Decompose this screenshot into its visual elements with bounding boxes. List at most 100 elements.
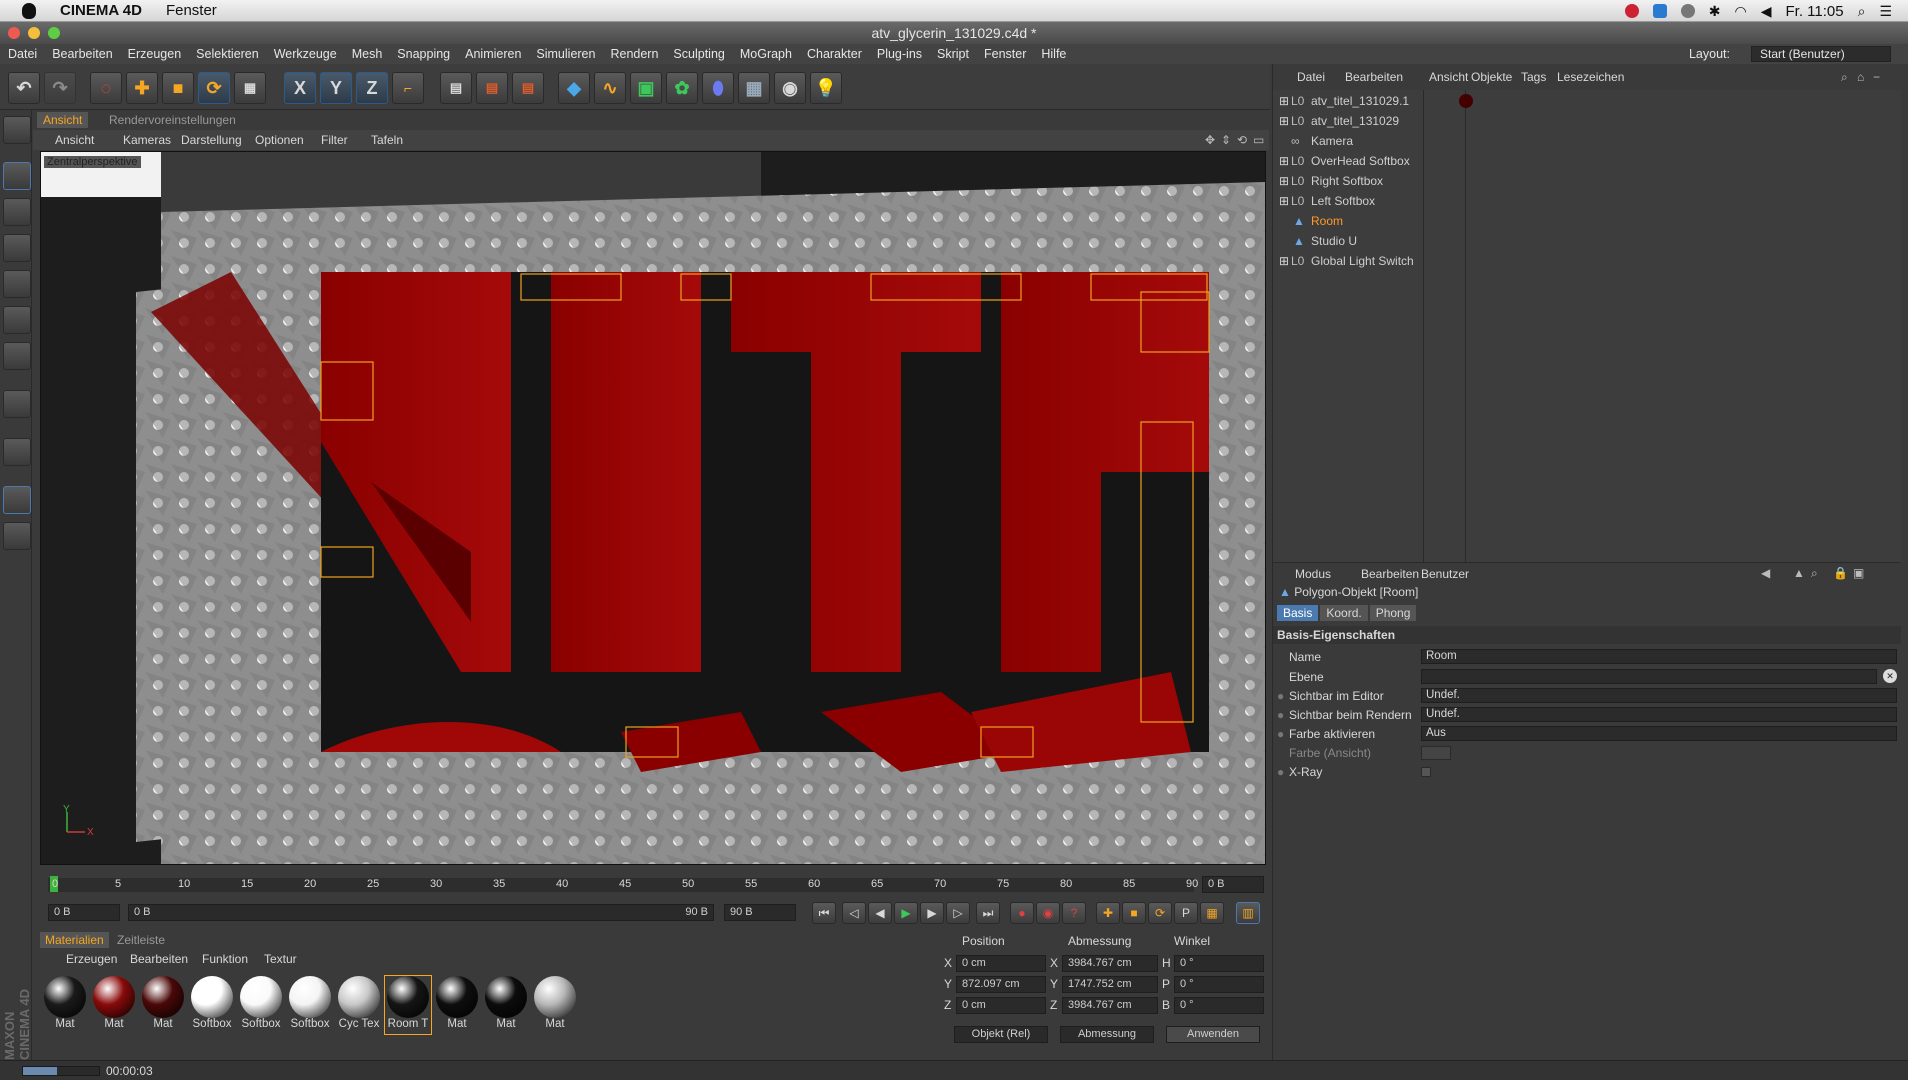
animation-dot-icon[interactable]: ● [1277, 763, 1284, 781]
undo-button[interactable]: ↶ [8, 72, 40, 104]
om-home-icon[interactable]: ⌂ [1857, 70, 1864, 84]
object-row[interactable]: ⊞ L0 Global Light Switch [1273, 251, 1901, 271]
expand-icon[interactable]: ⊞ [1279, 111, 1289, 131]
minimize-window-icon[interactable] [28, 27, 40, 39]
zoom-window-icon[interactable] [48, 27, 60, 39]
attr-menu-modus[interactable]: Modus [1295, 567, 1331, 581]
name-field[interactable]: Room [1421, 649, 1897, 664]
mat-menu-bearbeiten[interactable]: Bearbeiten [130, 952, 188, 966]
menu-hilfe[interactable]: Hilfe [1041, 47, 1066, 61]
object-row[interactable]: ⊞ L0 Left Softbox [1273, 191, 1901, 211]
object-name-selected[interactable]: Room [1311, 211, 1343, 231]
object-row[interactable]: ∞ Kamera [1273, 131, 1901, 151]
menu-clock[interactable]: Fr. 11:05 [1786, 3, 1844, 20]
object-name[interactable]: Right Softbox [1311, 171, 1383, 191]
animation-dot-icon[interactable]: ● [1277, 706, 1284, 724]
object-row[interactable]: ⊞ L0 OverHead Softbox [1273, 151, 1901, 171]
timeline-ruler[interactable]: 0 5 10 15 20 25 30 35 40 45 50 55 60 65 70 75 80 85 90 0 B [40, 868, 1268, 898]
viewport-layout-icon[interactable]: ▭ [1253, 133, 1264, 147]
notification-list-icon[interactable]: ☰ [1879, 3, 1892, 20]
start-frame-field[interactable]: 0 B [48, 904, 120, 921]
goto-end-button[interactable]: ⏭ [976, 902, 1000, 924]
size-y-field[interactable]: 1747.752 cm [1062, 976, 1158, 993]
material-slot[interactable]: Mat [532, 976, 578, 1034]
expand-icon[interactable]: ⊞ [1279, 91, 1289, 111]
size-x-field[interactable]: 3984.767 cm [1062, 955, 1158, 972]
menu-sculpting[interactable]: Sculpting [673, 47, 724, 61]
redo-button[interactable]: ↷ [44, 72, 76, 104]
menu-snapping[interactable]: Snapping [397, 47, 450, 61]
layer-pick-icon[interactable]: ✕ [1883, 669, 1897, 683]
object-name[interactable]: Studio U [1311, 231, 1357, 251]
position-x-field[interactable]: 0 cm [956, 955, 1046, 972]
tab-materialien[interactable]: Materialien [40, 932, 109, 948]
attr-menu-bearbeiten[interactable]: Bearbeiten [1361, 567, 1419, 581]
color-swatch[interactable] [1421, 746, 1451, 760]
object-row-selected[interactable]: ▲ Room [1273, 211, 1901, 231]
position-y-field[interactable]: 872.097 cm [956, 976, 1046, 993]
key-rotation-button[interactable]: ⟳ [1148, 902, 1172, 924]
new-panel-icon[interactable]: ▣ [1853, 566, 1864, 580]
menu-werkzeuge[interactable]: Werkzeuge [274, 47, 337, 61]
key-scale-button[interactable]: ■ [1122, 902, 1146, 924]
floor-object-button[interactable]: ▦ [738, 72, 770, 104]
om-menu-ansicht[interactable]: Ansicht [1429, 70, 1468, 84]
om-menu-datei[interactable]: Datei [1297, 70, 1325, 84]
position-z-field[interactable]: 0 cm [956, 997, 1046, 1014]
viewport-menu-filter[interactable]: Filter [321, 133, 348, 147]
rotation-b-field[interactable]: 0 ° [1174, 997, 1264, 1014]
tab-phong[interactable]: Phong [1369, 605, 1417, 621]
key-pla-button[interactable]: ▦ [1200, 902, 1224, 924]
key-position-button[interactable]: ✚ [1096, 902, 1120, 924]
up-arrow-icon[interactable]: ▲ [1793, 566, 1805, 580]
prev-frame-button[interactable]: ◀ [868, 902, 892, 924]
scale-tool-button[interactable]: ■ [162, 72, 194, 104]
time-machine-icon[interactable] [1680, 4, 1695, 18]
attr-menu-benutzer[interactable]: Benutzer [1421, 567, 1469, 581]
z-axis-lock-button[interactable]: Z [356, 72, 388, 104]
viewport-menu-ansicht[interactable]: Ansicht [55, 133, 94, 147]
animation-dot-icon[interactable]: ● [1277, 687, 1284, 705]
play-button[interactable]: ▶ [894, 902, 918, 924]
tab-rendervoreinstellungen[interactable]: Rendervoreinstellungen [103, 112, 242, 128]
texture-mode-button[interactable] [3, 198, 31, 226]
menu-mograph[interactable]: MoGraph [740, 47, 792, 61]
expand-icon[interactable]: ⊞ [1279, 191, 1289, 211]
wifi-icon[interactable]: ◠ [1735, 3, 1747, 20]
menu-charakter[interactable]: Charakter [807, 47, 862, 61]
render-to-picture-viewer-button[interactable]: ▤ [476, 72, 508, 104]
viewport-menu-kameras[interactable]: Kameras [123, 133, 171, 147]
material-slot[interactable]: Softbox [189, 976, 235, 1034]
timeline-window-button[interactable]: ▥ [1236, 902, 1260, 924]
material-slot[interactable]: Mat [434, 976, 480, 1034]
mac-app-name[interactable]: CINEMA 4D [60, 2, 142, 19]
object-name[interactable]: Kamera [1311, 131, 1353, 151]
om-menu-lesezeichen[interactable]: Lesezeichen [1557, 70, 1624, 84]
make-editable-button[interactable] [3, 116, 31, 144]
mat-menu-textur[interactable]: Textur [264, 952, 297, 966]
expand-icon[interactable]: ⊞ [1279, 251, 1289, 271]
record-icon[interactable] [1624, 4, 1639, 18]
om-menu-bearbeiten[interactable]: Bearbeiten [1345, 70, 1403, 84]
menu-skript[interactable]: Skript [937, 47, 969, 61]
object-name[interactable]: Global Light Switch [1311, 251, 1414, 271]
lock-icon[interactable]: 🔒 [1833, 566, 1848, 580]
snap-button[interactable] [3, 438, 31, 466]
recent-tools-button[interactable]: ▦ [234, 72, 266, 104]
move-tool-button[interactable]: ✚ [126, 72, 158, 104]
material-slot-selected[interactable]: Room T [384, 975, 432, 1035]
object-name[interactable]: Left Softbox [1311, 191, 1375, 211]
prev-key-button[interactable]: ◁ [842, 902, 866, 924]
object-row[interactable]: ⊞ L0 Right Softbox [1273, 171, 1901, 191]
size-z-field[interactable]: 3984.767 cm [1062, 997, 1158, 1014]
render-settings-button[interactable]: ▤ [512, 72, 544, 104]
menu-datei[interactable]: Datei [8, 47, 37, 61]
rotate-tool-button[interactable]: ⟳ [198, 72, 230, 104]
planar-workplane-button[interactable] [3, 522, 31, 550]
apply-button[interactable]: Anwenden [1166, 1026, 1260, 1043]
render-view-button[interactable]: ▤ [440, 72, 472, 104]
om-search-icon[interactable]: ⌕ [1841, 70, 1848, 85]
y-axis-lock-button[interactable]: Y [320, 72, 352, 104]
menu-selektieren[interactable]: Selektieren [196, 47, 259, 61]
close-window-icon[interactable] [8, 27, 20, 39]
